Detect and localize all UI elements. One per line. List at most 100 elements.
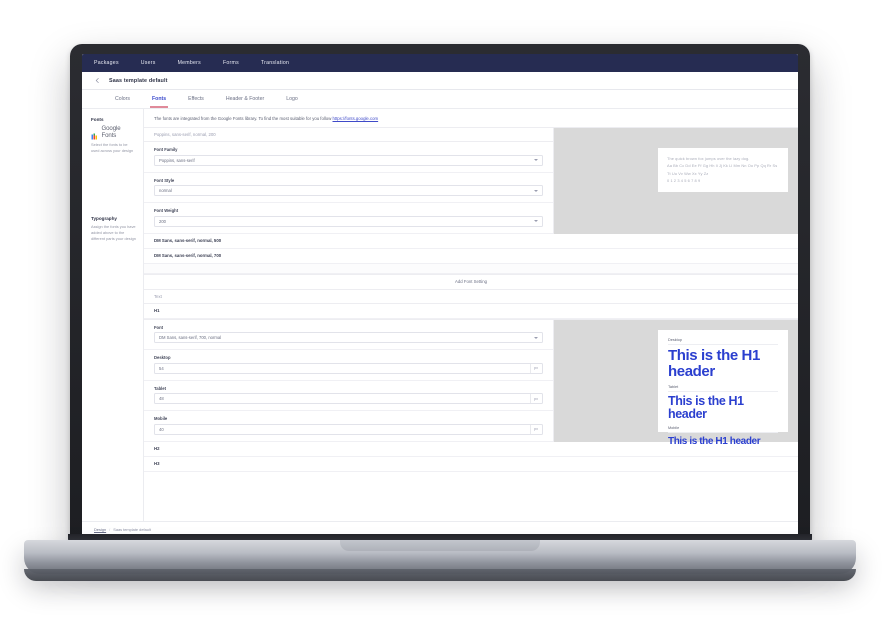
value-font-weight: 200 (159, 218, 166, 224)
chevron-down-icon (534, 159, 538, 162)
app-window: Packages Users Members Forms Translation… (82, 54, 798, 536)
label-size-mobile: Mobile (154, 416, 168, 422)
current-font-row-header[interactable]: Poppins, sans-serif, normal, 200 (144, 128, 553, 143)
select-typography-font[interactable]: DM Sans, sans-serif, 700, normal (154, 332, 543, 344)
rail-description-fonts: Select the fonts to be used across your … (91, 142, 134, 154)
breadcrumb-separator: / (109, 526, 111, 532)
value-typography-font: DM Sans, sans-serif, 700, normal (159, 335, 222, 341)
google-fonts-label: Google Fonts (101, 125, 121, 139)
screenshot-stage: Packages Users Members Forms Translation… (0, 0, 883, 622)
input-size-tablet[interactable]: 48 px (154, 393, 543, 405)
label-size-tablet: Tablet (154, 385, 167, 391)
field-typography-font: Font DM Sans, sans-serif, 700, normal (144, 320, 553, 351)
settings-panel: The fonts are integrated from the Google… (144, 109, 798, 521)
fonts-section: The fonts are integrated from the Google… (144, 109, 798, 290)
value-size-tablet: 48 (159, 396, 164, 402)
typography-row-h3[interactable]: H3 (144, 456, 798, 472)
content-area: Fonts Google Fonts Select the fonts to b… (82, 109, 798, 521)
value-size-mobile: 40 (159, 426, 164, 432)
fonts-grid: Poppins, sans-serif, normal, 200 Font Fa… (144, 127, 798, 234)
field-font-weight: Font Weight 200 (144, 203, 553, 234)
breadcrumb-root[interactable]: Design (94, 527, 106, 532)
nav-item-members[interactable]: Members (167, 54, 212, 72)
chevron-down-icon (534, 336, 538, 339)
h1-preview-label-desktop: Desktop (668, 338, 778, 345)
empty-font-row (144, 263, 798, 274)
typography-row-text[interactable]: Text (144, 289, 798, 304)
h1-preview-label-mobile: Mobile (668, 426, 778, 434)
left-rail: Fonts Google Fonts Select the fonts to b… (82, 109, 144, 521)
nav-item-forms[interactable]: Forms (212, 54, 250, 72)
field-size-tablet: Tablet 48 px (144, 381, 553, 412)
google-fonts-brand: Google Fonts (91, 125, 136, 140)
rail-section-typography: Typography Assign the fonts you have add… (91, 216, 136, 242)
rail-heading-typography: Typography (91, 216, 117, 222)
rail-heading-fonts: Fonts (91, 117, 104, 122)
font-preview-column: The quick brown fox jumps over the lazy … (554, 128, 798, 234)
tab-fonts[interactable]: Fonts (141, 91, 177, 108)
google-fonts-icon (91, 128, 99, 140)
tab-colors[interactable]: Colors (104, 91, 141, 108)
add-font-setting-button[interactable]: Add Font Setting (144, 273, 798, 290)
h1-preview-text-desktop: This is the H1 header (668, 346, 760, 381)
tab-header-footer[interactable]: Header & Footer (215, 91, 275, 108)
preview-sentence: The quick brown fox jumps over the lazy … (667, 156, 750, 162)
fonts-description-text: The fonts are integrated from the Google… (154, 116, 333, 121)
unit-size-mobile: px (529, 424, 538, 434)
typography-section: Text H1 Font DM Sans, sans-serif, 700, n… (144, 289, 798, 472)
value-font-style: normal (159, 188, 172, 194)
preview-numbers: 0 1 2 3 4 5 6 7 8 9 (667, 178, 701, 184)
typography-row-h1[interactable]: H1 (144, 303, 798, 319)
tab-bar: Colors Fonts Effects Header & Footer Log… (82, 90, 798, 109)
h1-preview-desktop: Desktop This is the H1 header (668, 338, 778, 381)
h1-preview-mobile: Mobile This is the H1 header (668, 426, 778, 447)
select-font-family[interactable]: Poppins, sans-serif (154, 154, 543, 166)
nav-item-packages[interactable]: Packages (92, 54, 130, 72)
saved-font-row-2[interactable]: DM Sans, sans-serif, normal, 700 (144, 248, 798, 264)
page-title: Saas template default (109, 77, 168, 84)
label-font-weight: Font Weight (154, 208, 179, 214)
nav-item-users[interactable]: Users (130, 54, 167, 72)
unit-size-desktop: px (529, 363, 538, 373)
fonts-form-column: Poppins, sans-serif, normal, 200 Font Fa… (144, 128, 554, 234)
laptop-screen: Packages Users Members Forms Translation… (82, 54, 798, 536)
typography-preview-column: Desktop This is the H1 header Tablet Thi… (554, 319, 798, 447)
top-navigation-bar: Packages Users Members Forms Translation (82, 54, 798, 72)
unit-size-tablet: px (529, 394, 538, 404)
h1-preview-card: Desktop This is the H1 header Tablet Thi… (658, 329, 788, 447)
laptop-mockup: Packages Users Members Forms Translation… (24, 44, 856, 581)
label-size-desktop: Desktop (154, 355, 171, 361)
saved-font-row-1[interactable]: DM Sans, sans-serif, normal, 500 (144, 233, 798, 249)
field-font-style: Font Style normal (144, 173, 553, 204)
laptop-base-foot (24, 569, 856, 581)
field-font-family: Font Family Poppins, sans-serif (144, 142, 553, 173)
field-size-desktop: Desktop 54 px (144, 350, 553, 381)
arrow-left-icon[interactable] (94, 77, 101, 84)
input-size-mobile[interactable]: 40 px (154, 423, 543, 435)
breadcrumb-current: Saas template default (113, 526, 151, 532)
value-size-desktop: 54 (159, 365, 164, 371)
font-preview-card: The quick brown fox jumps over the lazy … (658, 148, 788, 192)
value-font-family: Poppins, sans-serif (159, 157, 195, 163)
rail-description-typography: Assign the fonts you have added above to… (91, 224, 136, 242)
typography-form-column: Font DM Sans, sans-serif, 700, normal De… (144, 319, 554, 442)
page-title-bar: Saas template default (82, 72, 798, 90)
tab-effects[interactable]: Effects (177, 91, 215, 108)
select-font-weight[interactable]: 200 (154, 215, 543, 227)
h1-preview-tablet: Tablet This is the H1 header (668, 385, 778, 423)
select-font-style[interactable]: normal (154, 185, 543, 197)
label-font-family: Font Family (154, 147, 178, 153)
input-size-desktop[interactable]: 54 px (154, 362, 543, 374)
label-font-style: Font Style (154, 177, 175, 183)
typography-grid: Font DM Sans, sans-serif, 700, normal De… (144, 318, 798, 447)
preview-alphabet: Aa Bb Cc Dd Ee Ff Gg Hh Ii Jj Kk Ll Mm N… (667, 163, 778, 176)
h1-preview-text-tablet: This is the H1 header (668, 393, 744, 422)
field-size-mobile: Mobile 40 px (144, 411, 553, 442)
label-typography-font: Font (154, 324, 164, 330)
chevron-down-icon (534, 220, 538, 223)
google-fonts-link[interactable]: https://fonts.google.com (333, 116, 379, 121)
fonts-section-description: The fonts are integrated from the Google… (144, 109, 798, 127)
h1-preview-text-mobile: This is the H1 header (668, 436, 761, 448)
tab-logo[interactable]: Logo (275, 91, 309, 108)
nav-item-translation[interactable]: Translation (250, 54, 300, 72)
